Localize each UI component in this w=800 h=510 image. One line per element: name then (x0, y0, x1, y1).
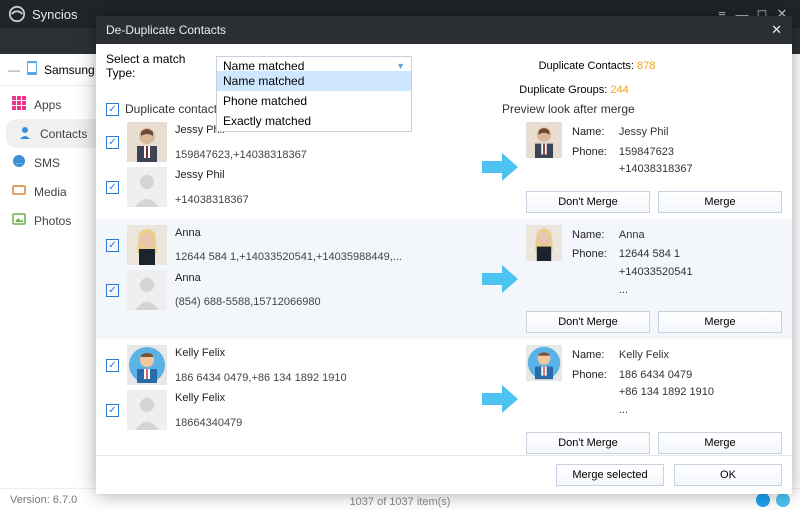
merged-phones: 186 6434 0479+86 134 1892 1910... (619, 367, 714, 420)
contact-phone: +14038318367 (175, 192, 249, 209)
arrow-right-icon (478, 379, 522, 419)
avatar (127, 345, 167, 385)
merged-contact: Name:Jessy PhilPhone:159847623+140383183… (526, 122, 782, 181)
arrow-right-icon (478, 147, 522, 187)
svg-text:…: … (16, 159, 23, 166)
match-type-label: Select a match Type: (106, 52, 216, 80)
sidebar-item-label: Contacts (40, 127, 87, 141)
contact-checkbox[interactable] (106, 359, 119, 372)
contact-name: Kelly Felix (175, 390, 242, 407)
avatar (526, 122, 562, 158)
dup-groups-stat: Duplicate Groups: 244 (396, 84, 752, 102)
merge-button[interactable]: Merge (658, 432, 782, 454)
contact-row: Anna (854) 688-5588,15712066980 (106, 270, 474, 311)
sidebar-item-label: Apps (34, 98, 61, 112)
avatar (127, 225, 167, 265)
merged-contact: Name:AnnaPhone:12644 584 1+14033520541..… (526, 225, 782, 301)
version-text: Version: 6.7.0 (10, 494, 77, 506)
apps-icon (12, 96, 26, 113)
sms-icon: … (12, 154, 26, 171)
merged-contact: Name:Kelly FelixPhone:186 6434 0479+86 1… (526, 345, 782, 421)
match-option[interactable]: Phone matched (217, 91, 411, 111)
contact-name: Anna (175, 270, 321, 287)
merged-phones: 159847623+14038318367 (619, 144, 693, 179)
merge-button[interactable]: Merge (658, 311, 782, 333)
contact-checkbox[interactable] (106, 284, 119, 297)
name-label: Name: (572, 347, 617, 365)
app-logo-icon (8, 5, 26, 23)
device-name: Samsung (44, 63, 95, 77)
avatar (526, 345, 562, 381)
column-headers: Duplicate contacts before merge Preview … (96, 102, 792, 116)
match-type-row: Select a match Type: Name matched ▼ Dupl… (96, 44, 792, 84)
contact-row: Jessy Phil +14038318367 (106, 167, 474, 208)
item-count: 1037 of 1037 item(s) (350, 496, 451, 508)
contact-phone: 186 6434 0479,+86 134 1892 1910 (175, 370, 347, 387)
contact-group: Kelly Felix 186 6434 0479,+86 134 1892 19… (96, 339, 792, 455)
phone-label: Phone: (572, 367, 617, 420)
contact-name: Anna (175, 225, 402, 242)
modal-footer: Merge selected OK (96, 455, 792, 494)
avatar (526, 225, 562, 261)
contact-checkbox[interactable] (106, 181, 119, 194)
sidebar-item-label: Photos (34, 214, 71, 228)
after-header: Preview look after merge (502, 102, 782, 116)
dedup-modal: De-Duplicate Contacts ✕ Select a match T… (96, 16, 792, 494)
contact-row: Kelly Felix 18664340479 (106, 390, 474, 431)
contact-group: Jessy Phil 159847623,+14038318367 Jessy Ph… (96, 116, 792, 219)
merged-name: Jessy Phil (619, 124, 693, 142)
phone-icon (26, 60, 38, 79)
dup-contacts-stat: Duplicate Contacts: 878 (412, 60, 782, 72)
contact-row: Kelly Felix 186 6434 0479,+86 134 1892 19… (106, 345, 474, 386)
merged-name: Anna (619, 227, 693, 245)
contacts-icon (18, 125, 32, 142)
ok-button[interactable]: OK (674, 464, 782, 486)
contact-phone: 159847623,+14038318367 (175, 147, 307, 164)
contact-checkbox[interactable] (106, 136, 119, 149)
modal-header: De-Duplicate Contacts ✕ (96, 16, 792, 44)
contact-name: Jessy Phil (175, 167, 249, 184)
merged-name: Kelly Felix (619, 347, 714, 365)
arrow-right-icon (478, 259, 522, 299)
twitter-icon[interactable] (776, 493, 790, 507)
avatar (127, 167, 167, 207)
dont-merge-button[interactable]: Don't Merge (526, 311, 650, 333)
sidebar-item-label: SMS (34, 156, 60, 170)
merged-phones: 12644 584 1+14033520541... (619, 246, 693, 299)
contact-checkbox[interactable] (106, 404, 119, 417)
contact-phone: 12644 584 1,+14033520541,+14035988449,..… (175, 249, 402, 266)
facebook-icon[interactable] (756, 493, 770, 507)
name-label: Name: (572, 124, 617, 142)
avatar (127, 390, 167, 430)
select-all-checkbox[interactable] (106, 103, 119, 116)
avatar (127, 270, 167, 310)
phone-label: Phone: (572, 144, 617, 179)
merge-button[interactable]: Merge (658, 191, 782, 213)
contact-checkbox[interactable] (106, 239, 119, 252)
contact-groups: Jessy Phil 159847623,+14038318367 Jessy Ph… (96, 116, 792, 455)
dont-merge-button[interactable]: Don't Merge (526, 191, 650, 213)
minus-icon: — (8, 63, 20, 77)
match-type-options: Name matchedPhone matchedExactly matched (216, 71, 412, 132)
media-icon (12, 183, 26, 200)
match-option[interactable]: Name matched (217, 71, 411, 91)
contact-phone: (854) 688-5588,15712066980 (175, 294, 321, 311)
phone-label: Phone: (572, 246, 617, 299)
dont-merge-button[interactable]: Don't Merge (526, 432, 650, 454)
modal-title: De-Duplicate Contacts (106, 23, 226, 37)
contact-phone: 18664340479 (175, 415, 242, 432)
contact-row: Anna 12644 584 1,+14033520541,+1403598844… (106, 225, 474, 266)
avatar (127, 122, 167, 162)
merge-selected-button[interactable]: Merge selected (556, 464, 664, 486)
match-option[interactable]: Exactly matched (217, 111, 411, 131)
name-label: Name: (572, 227, 617, 245)
close-modal-icon[interactable]: ✕ (771, 22, 782, 38)
contact-name: Kelly Felix (175, 345, 347, 362)
photos-icon (12, 212, 26, 229)
sidebar-item-label: Media (34, 185, 67, 199)
contact-group: Anna 12644 584 1,+14033520541,+1403598844… (96, 219, 792, 339)
